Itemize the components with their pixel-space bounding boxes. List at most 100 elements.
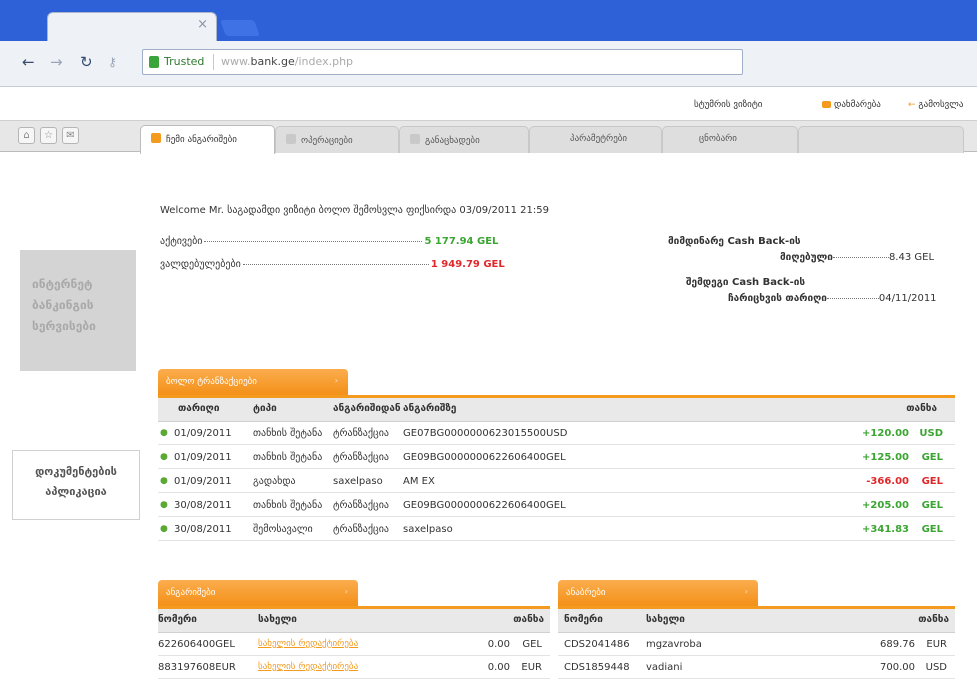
tx-currency: GEL xyxy=(921,524,943,535)
accounts-header: ნომერი სახელი თანხა xyxy=(158,609,550,633)
collapse-icon[interactable]: › xyxy=(345,587,348,596)
collapse-icon[interactable]: › xyxy=(745,587,748,596)
tab-applications[interactable]: განაცხადები xyxy=(399,126,529,153)
deposits-tab-label: ანაბრები xyxy=(566,588,606,598)
table-row[interactable]: ● 01/09/2011 თანხის შეტანა ტრანზაქცია GE09BG… xyxy=(158,447,955,469)
dots-leader xyxy=(826,298,879,299)
tx-amount: +120.00 xyxy=(862,428,909,439)
account-number: 883197608EUR xyxy=(158,662,236,673)
banner-line: დოკუმენტების xyxy=(35,465,117,478)
deposit-number: CDS2041486 xyxy=(564,639,630,650)
table-row[interactable]: ● 01/09/2011 თანხის შეტანა ტრანზაქცია GE07BG… xyxy=(158,423,955,445)
dots-leader xyxy=(242,264,429,265)
new-tab-button[interactable] xyxy=(220,20,260,36)
tx-from: saxelpaso xyxy=(333,476,383,487)
operations-tab-icon xyxy=(286,134,296,144)
col-to: ანგარიშზე xyxy=(403,403,457,414)
banner-line: ბანკინგის xyxy=(32,298,94,312)
logout-link[interactable]: ← გამოსვლა xyxy=(908,100,963,110)
browser-tabstrip: × xyxy=(0,0,977,41)
table-row[interactable]: CDS2041486 mgzavroba 689.76 EUR xyxy=(558,634,955,656)
tx-date: 30/08/2011 xyxy=(174,500,232,511)
internet-banking-services-banner[interactable]: ინტერნეტ ბანკინგის სერვისები xyxy=(20,250,136,371)
url-prefix: www. xyxy=(221,55,251,68)
star-icon[interactable]: ☆ xyxy=(40,127,57,144)
assets-value: 5 177.94 GEL xyxy=(424,236,499,247)
table-row[interactable]: 883197608EUR სახელის რედაქტირება 0.00 EUR xyxy=(158,657,550,679)
help-link[interactable]: დახმარება xyxy=(822,100,881,110)
tx-amount: +205.00 xyxy=(862,500,909,511)
col-number: ნომერი xyxy=(564,614,603,625)
bullet-icon: ● xyxy=(160,524,168,534)
cashback-next-row: ჩარიცხვის თარიღი 04/11/2011 xyxy=(728,293,937,304)
reload-icon[interactable]: ↻ xyxy=(80,52,93,72)
tab-operations[interactable]: ოპერაციები xyxy=(275,126,399,153)
collapse-icon[interactable]: › xyxy=(335,376,338,385)
deposit-name: vadiani xyxy=(646,662,683,673)
table-row[interactable]: ● 30/08/2011 თანხის შეტანა ტრანზაქცია GE09BG… xyxy=(158,495,955,517)
deposit-currency: EUR xyxy=(926,639,947,650)
forward-arrow-icon[interactable]: → xyxy=(50,52,63,72)
tx-from: ტრანზაქცია xyxy=(333,452,389,463)
deposits-header: ნომერი სახელი თანხა xyxy=(558,609,955,633)
col-from: ანგარიშიდან xyxy=(333,403,401,414)
help-icon xyxy=(822,101,831,108)
assets-row: აქტივები 5 177.94 GEL xyxy=(160,236,498,247)
applications-tab-icon xyxy=(410,134,420,144)
tx-currency: GEL xyxy=(921,452,943,463)
table-row[interactable]: CDS1859448 vadiani 700.00 USD xyxy=(558,657,955,679)
browser-toolbar: ← → ↻ ⚷ Trusted www.bank.ge/index.php xyxy=(0,41,977,87)
logout-label: გამოსვლა xyxy=(918,100,964,110)
col-name: სახელი xyxy=(646,614,685,625)
account-name-link[interactable]: სახელის რედაქტირება xyxy=(258,662,358,672)
cashback-current-row: მიღებული 8.43 GEL xyxy=(780,252,934,263)
mail-icon[interactable]: ✉ xyxy=(62,127,79,144)
tx-from: ტრანზაქცია xyxy=(333,524,389,535)
banner-line: ინტერნეტ xyxy=(32,277,93,291)
tx-type: შემოსავალი xyxy=(253,524,313,535)
transactions-tab-label: ბოლო ტრანზაქციები xyxy=(166,377,257,387)
close-tab-icon[interactable]: × xyxy=(197,17,208,32)
bullet-icon: ● xyxy=(160,428,168,438)
deposit-amount: 689.76 xyxy=(880,639,915,650)
tab-my-accounts[interactable]: ჩემი ანგარიშები xyxy=(140,125,275,154)
url-domain: bank.ge xyxy=(250,55,295,68)
tab-applications-label: განაცხადები xyxy=(425,136,480,146)
contact-link[interactable]: სტუმრის ვიზიტი xyxy=(694,100,762,110)
transactions-panel-tab[interactable]: ბოლო ტრანზაქციები › xyxy=(158,369,348,396)
tx-type: თანხის შეტანა xyxy=(253,500,323,511)
tx-currency: GEL xyxy=(921,500,943,511)
lock-icon xyxy=(149,56,159,68)
documents-application-banner[interactable]: დოკუმენტების აპლიკაცია xyxy=(12,450,140,520)
tab-my-accounts-label: ჩემი ანგარიშები xyxy=(166,135,237,145)
bullet-icon: ● xyxy=(160,500,168,510)
dots-leader xyxy=(204,241,423,242)
accounts-panel-tab[interactable]: ანგარიშები › xyxy=(158,580,358,607)
cashback-next-title: შემდეგი Cash Back-ის xyxy=(686,277,805,288)
key-icon[interactable]: ⚷ xyxy=(108,52,117,72)
tx-date: 01/09/2011 xyxy=(174,452,232,463)
tx-type: თანხის შეტანა xyxy=(253,452,323,463)
col-amount: თანხა xyxy=(513,614,544,625)
deposits-panel-tab[interactable]: ანაბრები › xyxy=(558,580,758,607)
account-number: 622606400GEL xyxy=(158,639,235,650)
table-row[interactable]: ● 30/08/2011 შემოსავალი ტრანზაქცია saxelpaso… xyxy=(158,519,955,541)
address-url[interactable]: www.bank.ge/index.php xyxy=(221,55,353,68)
back-arrow-icon[interactable]: ← xyxy=(22,52,35,72)
tab-reference[interactable]: ცნობარი xyxy=(662,126,798,153)
account-amount: 0.00 xyxy=(487,662,510,673)
table-row[interactable]: 622606400GEL სახელის რედაქტირება 0.00 GEL xyxy=(158,634,550,656)
browser-tab[interactable]: × xyxy=(47,12,217,41)
table-row[interactable]: ● 01/09/2011 გადახდა saxelpaso AM EX -366.00 G… xyxy=(158,471,955,493)
tx-from: ტრანზაქცია xyxy=(333,500,389,511)
deposit-currency: USD xyxy=(925,662,947,673)
col-amount: თანხა xyxy=(918,614,949,625)
address-bar[interactable]: Trusted www.bank.ge/index.php xyxy=(142,49,743,75)
home-icon[interactable]: ⌂ xyxy=(18,127,35,144)
account-name-link[interactable]: სახელის რედაქტირება xyxy=(258,639,358,649)
transactions-header: თარიღი ტიპი ანგარიშიდან ანგარიშზე თანხა xyxy=(158,398,955,422)
tab-settings[interactable]: პარამეტრები xyxy=(529,126,662,153)
bullet-icon: ● xyxy=(160,476,168,486)
deposit-name: mgzavroba xyxy=(646,639,702,650)
tx-to: GE09BG0000000622606400GEL xyxy=(403,452,566,463)
